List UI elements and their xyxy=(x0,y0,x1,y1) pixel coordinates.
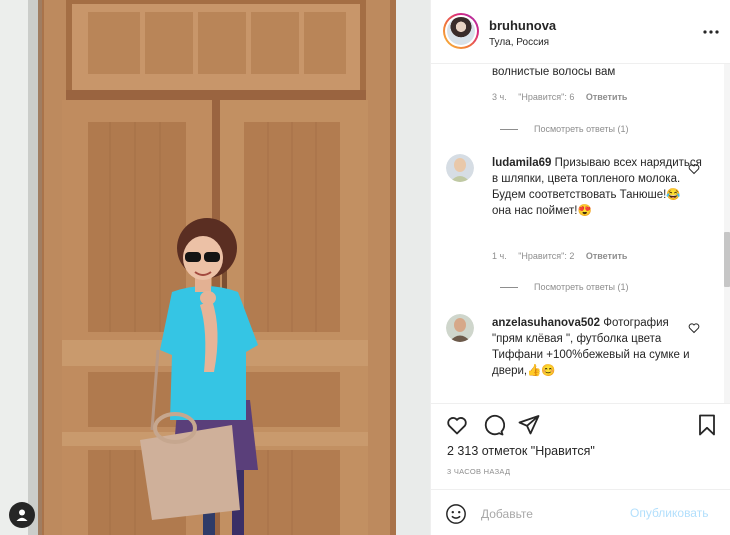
view-replies-button[interactable]: Посмотреть ответы (1) xyxy=(500,282,629,292)
like-comment-heart-icon[interactable] xyxy=(688,322,700,334)
bookmark-icon[interactable] xyxy=(695,413,719,437)
post-time-ago[interactable]: 3 часов назад xyxy=(447,467,510,476)
comment-meta: 3 ч. "Нравится": 6 Ответить xyxy=(492,92,636,102)
user-tag-button[interactable] xyxy=(9,502,35,528)
comment-reply-button[interactable]: Ответить xyxy=(586,92,628,102)
commenter-username[interactable]: ludamila69 xyxy=(492,157,551,169)
comments-list[interactable]: волнистые волосы вам 3 ч. "Нравится": 6 … xyxy=(431,64,730,403)
comment-time[interactable]: 3 ч. xyxy=(492,92,507,102)
author-avatar[interactable] xyxy=(443,13,479,49)
more-dots-icon xyxy=(703,30,719,34)
photo-image xyxy=(0,0,430,535)
post-header: bruhunova Тула, Россия xyxy=(431,0,730,64)
post-side-panel: bruhunova Тула, Россия волнистые волосы … xyxy=(430,0,730,535)
comment-likes[interactable]: "Нравится": 6 xyxy=(518,92,574,102)
author-username[interactable]: bruhunova xyxy=(489,18,556,33)
commenter-avatar[interactable] xyxy=(446,154,474,182)
paper-plane-icon[interactable] xyxy=(517,413,541,437)
comments-scroll-thumb[interactable] xyxy=(724,232,730,287)
post-actions-bar xyxy=(431,403,730,438)
comment-text: anzelasuhanova502 Фотография "прям клёва… xyxy=(492,315,702,379)
commenter-username[interactable]: anzelasuhanova502 xyxy=(492,317,600,329)
comment-meta: 1 ч. "Нравится": 2 Ответить xyxy=(492,251,636,261)
comment-text: ludamila69 Призываю всех нарядиться в шл… xyxy=(492,155,702,219)
user-tag-icon xyxy=(16,509,28,521)
post-photo[interactable] xyxy=(0,0,430,535)
commenter-avatar[interactable] xyxy=(446,314,474,342)
comment-likes[interactable]: "Нравится": 2 xyxy=(518,251,574,261)
comment-time[interactable]: 1 ч. xyxy=(492,251,507,261)
more-options-button[interactable] xyxy=(701,22,721,42)
view-replies-label: Посмотреть ответы (1) xyxy=(534,124,629,134)
comment-reply-button[interactable]: Ответить xyxy=(586,251,628,261)
view-replies-label: Посмотреть ответы (1) xyxy=(534,282,629,292)
likes-count[interactable]: 2 313 отметок "Нравится" xyxy=(447,444,595,458)
smiley-icon[interactable] xyxy=(445,503,467,525)
comment-icon[interactable] xyxy=(481,413,505,437)
comment-text: волнистые волосы вам xyxy=(492,66,616,78)
comment-input[interactable] xyxy=(481,504,641,524)
publish-button[interactable]: Опубликовать xyxy=(630,506,708,520)
like-comment-heart-icon[interactable] xyxy=(688,163,700,175)
post-location[interactable]: Тула, Россия xyxy=(489,37,549,48)
view-replies-button[interactable]: Посмотреть ответы (1) xyxy=(500,124,629,134)
heart-icon[interactable] xyxy=(445,413,469,437)
add-comment-bar: Опубликовать xyxy=(431,489,730,535)
